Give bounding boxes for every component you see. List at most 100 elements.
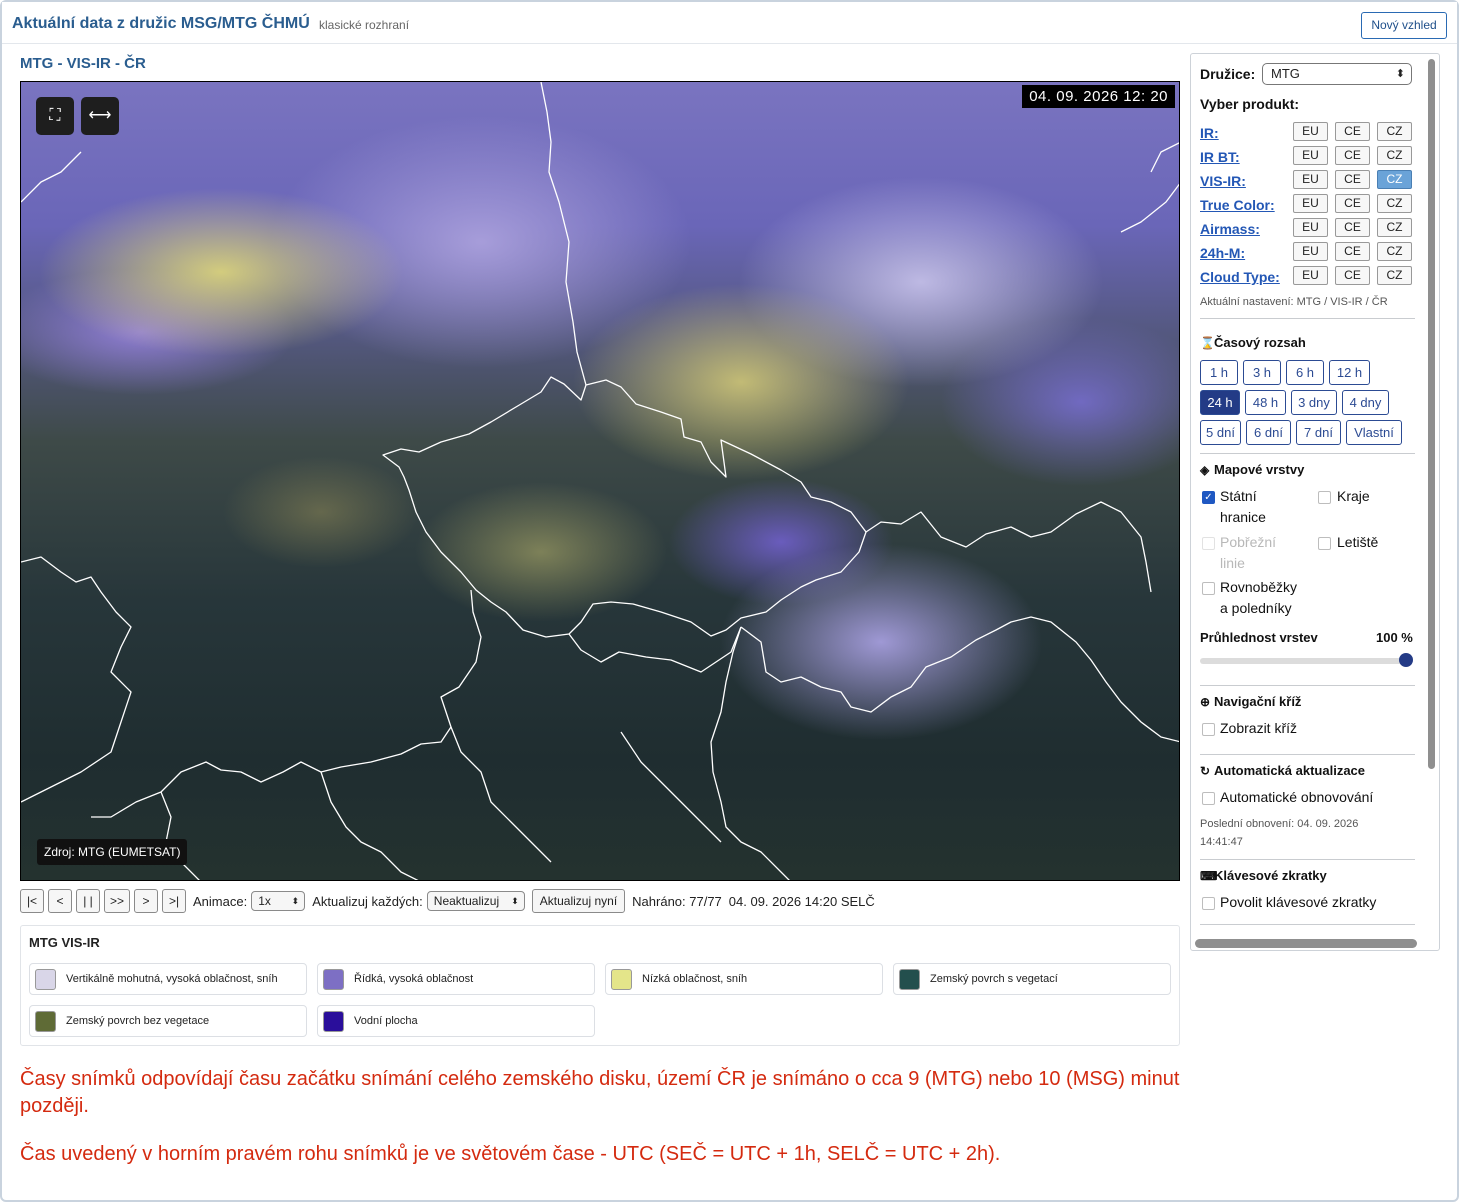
legend-item: Zemský povrch bez vegetace (29, 1005, 307, 1037)
product-visir-ce-button[interactable]: CE (1335, 170, 1370, 189)
product-24hm-cz-button[interactable]: CZ (1377, 242, 1412, 261)
product-link-ir[interactable]: IR: (1200, 125, 1219, 141)
animation-speed-label: Animace: (193, 893, 248, 909)
divider (1200, 318, 1415, 319)
airports-checkbox[interactable] (1318, 537, 1331, 550)
product-ir-cz-button[interactable]: CZ (1377, 122, 1412, 141)
expand-horizontal-button[interactable]: ⟷ (81, 97, 119, 135)
crosshair-label: Zobrazit kříž (1220, 720, 1298, 736)
time-range-48h-button[interactable]: 48 h (1245, 390, 1286, 415)
product-row-24hm: 24h-M: EU CE CZ (1200, 242, 1415, 262)
coastline-checkbox[interactable] (1202, 537, 1215, 550)
product-truecolor-eu-button[interactable]: EU (1293, 194, 1328, 213)
current-datetime: 04. 09. 2026 14:20 SELČ (728, 893, 875, 909)
update-interval-value: Neaktualizuj (433, 894, 500, 908)
scan-time-note: Časy snímků odpovídají času začátku sním… (20, 1068, 1180, 1117)
product-row-truecolor: True Color: EU CE CZ (1200, 194, 1415, 214)
product-link-24hm[interactable]: 24h-M: (1200, 245, 1245, 261)
update-now-button[interactable]: Aktualizuj nyní (531, 889, 626, 913)
product-24hm-ce-button[interactable]: CE (1335, 242, 1370, 261)
chevron-updown-icon: ⬍ (1395, 68, 1405, 80)
time-range-3h-button[interactable]: 3 h (1243, 360, 1281, 385)
product-ir-eu-button[interactable]: EU (1293, 122, 1328, 141)
time-range-1h-button[interactable]: 1 h (1200, 360, 1238, 385)
product-row-irbt: IR BT: EU CE CZ (1200, 146, 1415, 166)
divider (1200, 924, 1415, 925)
product-visir-eu-button[interactable]: EU (1293, 170, 1328, 189)
product-24hm-eu-button[interactable]: EU (1293, 242, 1328, 261)
product-row-airmass: Airmass: EU CE CZ (1200, 218, 1415, 238)
product-link-cloudtype[interactable]: Cloud Type: (1200, 269, 1280, 285)
chevron-updown-icon: ⬍ (511, 896, 519, 906)
state-borders-checkbox[interactable]: ✓ (1202, 491, 1215, 504)
autoupdate-checkbox[interactable] (1202, 792, 1215, 805)
grid-checkbox[interactable] (1202, 582, 1215, 595)
legend: MTG VIS-IR Vertikálně mohutná, vysoká ob… (20, 925, 1180, 1046)
shortcuts-heading: ⌨Klávesové zkratky (1200, 868, 1327, 883)
crosshair-checkbox[interactable] (1202, 723, 1215, 736)
chevron-updown-icon: ⬍ (291, 896, 300, 906)
product-cloudtype-ce-button[interactable]: CE (1335, 266, 1370, 285)
product-link-truecolor[interactable]: True Color: (1200, 197, 1275, 213)
product-airmass-ce-button[interactable]: CE (1335, 218, 1370, 237)
opacity-slider-thumb[interactable] (1399, 653, 1413, 667)
vertical-scrollbar[interactable] (1428, 59, 1435, 769)
satellite-select[interactable]: MTG ⬍ (1262, 63, 1412, 85)
expand-horizontal-icon: ⟷ (88, 107, 112, 124)
legend-item: Vertikálně mohutná, vysoká oblačnost, sn… (29, 963, 307, 995)
time-range-5d-button[interactable]: 5 dní (1200, 420, 1241, 445)
fullscreen-button[interactable]: ⛶ (36, 97, 74, 135)
product-airmass-cz-button[interactable]: CZ (1377, 218, 1412, 237)
product-visir-cz-button[interactable]: CZ (1377, 170, 1412, 189)
next-frame-button[interactable]: > (134, 889, 159, 913)
product-cloudtype-cz-button[interactable]: CZ (1377, 266, 1412, 285)
legend-label: Zemský povrch bez vegetace (66, 1015, 210, 1027)
settings-panel: Družice: MTG ⬍ Vyber produkt: IR: EU CE … (1190, 53, 1440, 951)
product-truecolor-ce-button[interactable]: CE (1335, 194, 1370, 213)
product-link-visir[interactable]: VIS-IR: (1200, 173, 1246, 189)
time-range-3d-button[interactable]: 3 dny (1291, 390, 1337, 415)
satellite-image[interactable]: ⛶ ⟷ 04. 09. 2026 12: 20 Zdroj: MTG (EUME… (20, 81, 1180, 881)
map-title: MTG - VIS-IR - ČR (20, 55, 146, 72)
time-range-4d-button[interactable]: 4 dny (1342, 390, 1389, 415)
shortcuts-checkbox[interactable] (1202, 897, 1215, 910)
product-airmass-eu-button[interactable]: EU (1293, 218, 1328, 237)
product-link-irbt[interactable]: IR BT: (1200, 149, 1240, 165)
legend-swatch (611, 969, 632, 990)
legend-item: Nízká oblačnost, sníh (605, 963, 883, 995)
horizontal-scrollbar[interactable] (1195, 939, 1417, 948)
animation-controls: |< < | | >> > >| Animace: 1x ⬍ Aktualizu… (20, 888, 875, 914)
time-range-6h-button[interactable]: 6 h (1286, 360, 1324, 385)
regions-checkbox[interactable] (1318, 491, 1331, 504)
update-interval-select[interactable]: Neaktualizuj ⬍ (426, 891, 525, 911)
coastline-label: Pobřežní linie (1220, 534, 1277, 571)
last-frame-button[interactable]: >| (162, 889, 187, 913)
product-heading: Vyber produkt: (1200, 96, 1300, 112)
product-truecolor-cz-button[interactable]: CZ (1377, 194, 1412, 213)
state-borders-overlay (21, 82, 1179, 880)
opacity-value: 100 % (1376, 630, 1413, 645)
time-range-custom-button[interactable]: Vlastní (1346, 420, 1402, 445)
pause-button[interactable]: | | (76, 889, 100, 913)
product-irbt-ce-button[interactable]: CE (1335, 146, 1370, 165)
prev-frame-button[interactable]: < (48, 889, 72, 913)
product-irbt-eu-button[interactable]: EU (1293, 146, 1328, 165)
new-look-button[interactable]: Nový vzhled (1361, 12, 1447, 39)
time-range-6d-button[interactable]: 6 dní (1246, 420, 1291, 445)
header-bar: Aktuální data z družic MSG/MTG ČHMÚ klas… (2, 2, 1457, 44)
satellite-label: Družice: (1200, 66, 1256, 82)
legend-item: Řídká, vysoká oblačnost (317, 963, 595, 995)
play-button[interactable]: >> (104, 889, 131, 913)
hourglass-icon: ⌛ (1200, 336, 1215, 350)
animation-speed-select[interactable]: 1x ⬍ (251, 891, 306, 911)
product-irbt-cz-button[interactable]: CZ (1377, 146, 1412, 165)
opacity-slider[interactable] (1200, 658, 1410, 664)
first-frame-button[interactable]: |< (20, 889, 44, 913)
product-link-airmass[interactable]: Airmass: (1200, 221, 1260, 237)
product-ir-ce-button[interactable]: CE (1335, 122, 1370, 141)
app-subtitle: klasické rozhraní (319, 18, 410, 32)
time-range-12h-button[interactable]: 12 h (1329, 360, 1370, 385)
product-cloudtype-eu-button[interactable]: EU (1293, 266, 1328, 285)
time-range-24h-button[interactable]: 24 h (1200, 390, 1240, 415)
time-range-7d-button[interactable]: 7 dní (1296, 420, 1341, 445)
